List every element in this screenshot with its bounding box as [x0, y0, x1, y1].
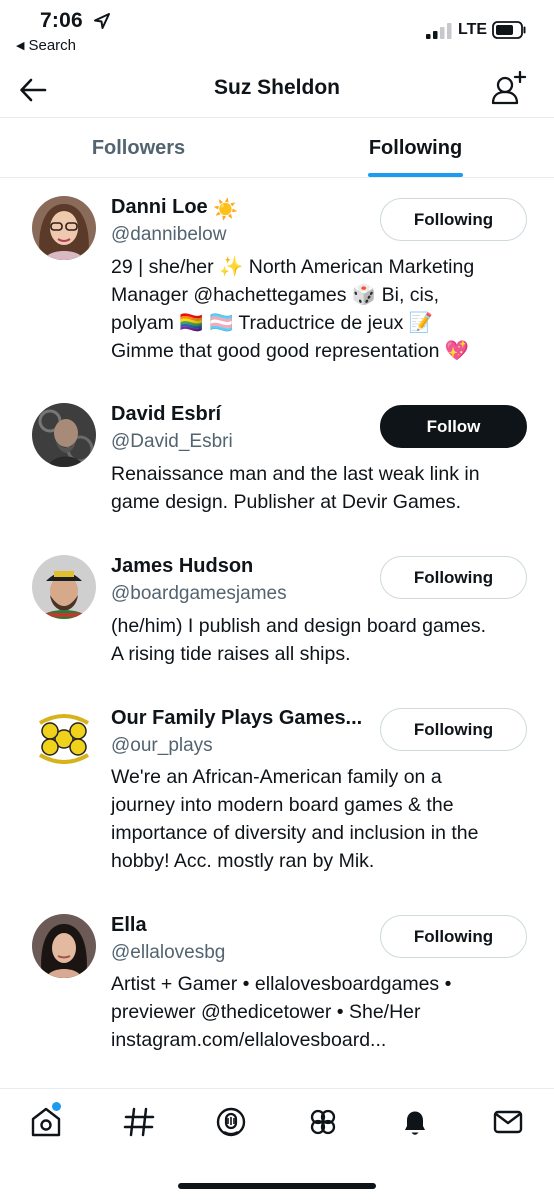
bio-line: hobby! Acc. mostly ran by Mik. — [111, 850, 375, 872]
user-handle: @ellalovesbg — [111, 942, 226, 963]
user-bio: Artist + Gamer • ellalovesboardgames • p… — [111, 970, 531, 1054]
following-button[interactable]: Following — [380, 708, 527, 751]
avatar[interactable] — [32, 555, 96, 619]
bio-line: polyam 🏳️‍🌈 🏳️‍⚧️ Traductrice de jeux 📝 — [111, 312, 434, 334]
home-indicator-bar[interactable] — [178, 1183, 376, 1189]
avatar-danni-image — [32, 196, 96, 260]
add-user-icon[interactable] — [490, 70, 528, 108]
bio-line: Artist + Gamer • ellalovesboardgames • — [111, 973, 452, 995]
avatar[interactable] — [32, 403, 96, 467]
user-name-text: Danni Loe — [111, 196, 208, 218]
bio-line: A rising tide raises all ships. — [111, 643, 351, 665]
follow-button[interactable]: Follow — [380, 405, 527, 448]
user-name: Ella — [111, 914, 147, 936]
user-row[interactable]: Danni Loe ☀️ @dannibelow Following 29 | … — [0, 180, 554, 385]
user-bio: (he/him) I publish and design board game… — [111, 612, 531, 668]
profile-header: Suz Sheldon — [0, 62, 554, 118]
back-to-search-label: Search — [28, 37, 76, 54]
avatar-james-image — [32, 555, 96, 619]
bio-line: previewer @thedicetower • She/Her — [111, 1001, 421, 1023]
user-name: James Hudson — [111, 555, 254, 577]
avatar-ourfamily-logo — [32, 707, 96, 771]
user-handle: @David_Esbri — [111, 431, 233, 452]
tab-following[interactable]: Following — [277, 118, 554, 178]
bio-line: instagram.com/ellalovesboard... — [111, 1029, 387, 1051]
avatar-david-image — [32, 403, 96, 467]
user-row[interactable]: James Hudson @boardgamesjames Following … — [0, 539, 554, 689]
bottom-navigation — [0, 1088, 554, 1200]
avatar[interactable] — [32, 914, 96, 978]
avatar[interactable] — [32, 707, 96, 771]
explore-hashtag-icon[interactable] — [122, 1105, 156, 1139]
tab-selected-indicator — [368, 173, 463, 177]
back-triangle-icon: ◀ — [16, 40, 25, 52]
signal-strength-icon — [426, 23, 452, 39]
user-bio: Renaissance man and the last weak link i… — [111, 460, 531, 516]
bio-line: game design. Publisher at Devir Games. — [111, 491, 462, 513]
page-title: Suz Sheldon — [214, 76, 340, 99]
bio-line: Manager @hachettegames 🎲 Bi, cis, — [111, 284, 440, 306]
user-row[interactable]: David Esbrí @David_Esbri Follow Renaissa… — [0, 387, 554, 537]
tab-followers[interactable]: Followers — [0, 118, 277, 178]
user-handle: @our_plays — [111, 735, 213, 756]
status-time: 7:06 — [40, 9, 83, 32]
location-arrow-icon — [94, 13, 110, 29]
messages-envelope-icon[interactable] — [491, 1105, 525, 1139]
follow-tabs: Followers Following — [0, 118, 554, 178]
following-button[interactable]: Following — [380, 198, 527, 241]
user-name: David Esbrí — [111, 403, 222, 425]
user-name: Our Family Plays Games... — [111, 707, 363, 729]
bio-line: (he/him) I publish and design board game… — [111, 615, 487, 637]
bio-line: We're an African-American family on a — [111, 766, 442, 788]
user-name: Danni Loe ☀️ — [111, 196, 238, 222]
home-notification-dot — [52, 1102, 61, 1111]
user-bio: 29 | she/her ✨ North American Marketing … — [111, 253, 531, 365]
bio-line: journey into modern board games & the — [111, 794, 454, 816]
bio-line: Gimme that good good representation 💖 — [111, 340, 470, 362]
user-row[interactable]: Ella @ellalovesbg Following Artist + Gam… — [0, 898, 554, 1078]
bio-line: Renaissance man and the last weak link i… — [111, 463, 480, 485]
spaces-icon[interactable] — [214, 1105, 248, 1139]
bio-line: importance of diversity and inclusion in… — [111, 822, 479, 844]
bio-line: 29 | she/her ✨ North American Marketing — [111, 256, 475, 278]
user-handle: @dannibelow — [111, 224, 227, 245]
status-bar: 7:06 ◀ Search LTE — [0, 0, 554, 62]
back-to-search-link[interactable]: ◀ Search — [16, 37, 76, 54]
communities-icon[interactable] — [306, 1105, 340, 1139]
notifications-bell-icon[interactable] — [398, 1105, 432, 1139]
user-row[interactable]: Our Family Plays Games... @our_plays Fol… — [0, 691, 554, 896]
following-button[interactable]: Following — [380, 915, 527, 958]
sun-emoji: ☀️ — [213, 199, 239, 221]
user-handle: @boardgamesjames — [111, 583, 287, 604]
avatar-ella-image — [32, 914, 96, 978]
user-bio: We're an African-American family on a jo… — [111, 763, 531, 875]
avatar[interactable] — [32, 196, 96, 260]
following-button[interactable]: Following — [380, 556, 527, 599]
network-type: LTE — [458, 21, 488, 38]
battery-icon — [492, 21, 526, 39]
